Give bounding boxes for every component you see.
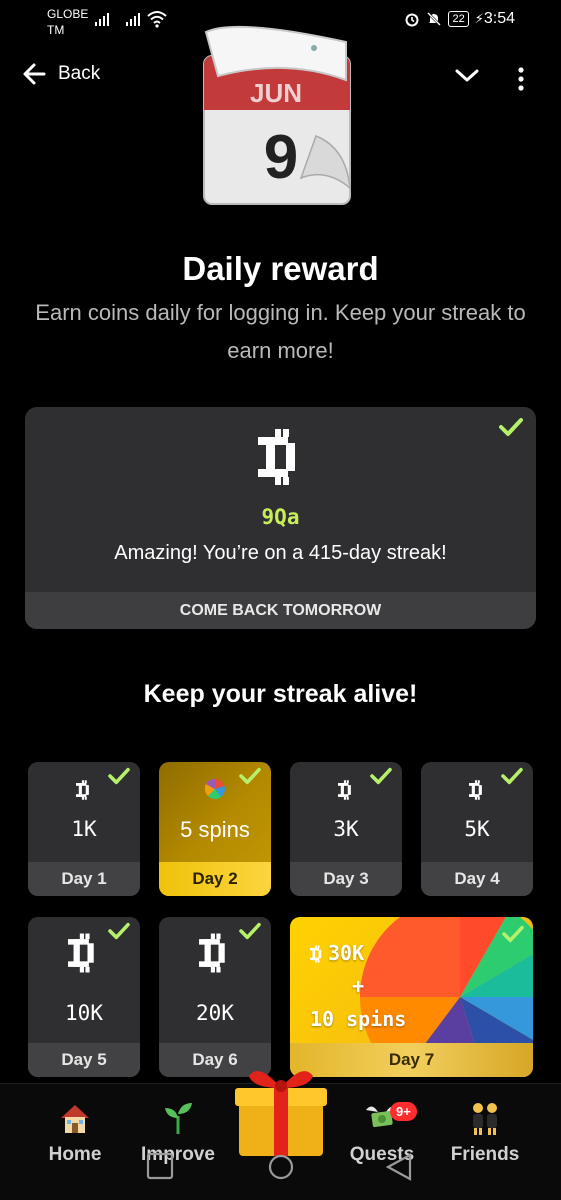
day-card-1[interactable]: 1K Day 1 xyxy=(28,762,140,896)
coin-icon xyxy=(68,933,94,973)
money-wings-icon xyxy=(332,1098,432,1138)
day-reward: 5 spins xyxy=(180,817,250,842)
day-card-2[interactable]: 5 spins Day 2 xyxy=(159,762,271,896)
day-card-4[interactable]: 5K Day 4 xyxy=(421,762,533,896)
check-icon xyxy=(108,922,130,940)
clock: 3:54 xyxy=(483,10,515,27)
back-label: Back xyxy=(58,63,101,84)
todays-reward-card: 9Qa Amazing! You’re on a 415-day streak!… xyxy=(25,407,536,629)
page-title: Daily reward xyxy=(182,250,379,287)
nav-quests[interactable]: 9+ Quests xyxy=(332,1098,432,1166)
friends-icon xyxy=(435,1098,535,1138)
day-label: Day 1 xyxy=(28,862,140,896)
nav-label: Friends xyxy=(450,1144,520,1165)
carrier-line2: TM xyxy=(47,23,65,37)
day-reward: 20K xyxy=(196,1001,234,1025)
day-label: Day 2 xyxy=(159,862,271,896)
streak-section-title: Keep your streak alive! xyxy=(143,680,418,708)
check-icon xyxy=(499,418,523,436)
top-app-bar: Back xyxy=(0,55,561,101)
mute-bell-icon xyxy=(427,12,442,26)
signal-icon xyxy=(126,12,140,26)
alarm-icon xyxy=(405,13,419,27)
check-icon xyxy=(501,767,523,785)
streak-message: Amazing! You’re on a 415-day streak! xyxy=(114,542,447,564)
notification-badge: 9+ xyxy=(390,1102,417,1121)
coin-icon xyxy=(338,780,351,800)
day-reward: 5K xyxy=(464,817,490,841)
nav-friends[interactable]: Friends xyxy=(435,1098,535,1166)
day7-coins: 30K xyxy=(328,941,365,965)
battery-icon: 22 xyxy=(448,11,469,27)
day-card-3[interactable]: 3K Day 3 xyxy=(290,762,402,896)
check-icon xyxy=(239,922,261,940)
status-right: 22 ⚡ 3:54 xyxy=(404,10,515,28)
seedling-icon xyxy=(128,1098,228,1138)
check-icon xyxy=(502,925,524,943)
day-label: Day 3 xyxy=(290,862,402,896)
day7-spins: 10 spins xyxy=(310,1007,407,1031)
coin-icon xyxy=(76,780,89,800)
gift-icon[interactable] xyxy=(231,1058,331,1158)
day-label: Day 4 xyxy=(421,862,533,896)
house-icon xyxy=(25,1098,125,1138)
charging-icon: ⚡ xyxy=(474,11,484,26)
arrow-left-icon xyxy=(23,63,46,85)
day-label: Day 5 xyxy=(28,1043,140,1077)
nav-label: Home xyxy=(48,1144,102,1165)
back-button[interactable]: Back xyxy=(22,63,100,85)
calendar-illustration: JUN 9 xyxy=(203,25,351,205)
nav-label: Quests xyxy=(349,1144,415,1165)
reward-amount: 9Qa xyxy=(261,505,300,529)
spin-wheel-icon xyxy=(205,779,225,799)
nav-label: Improve xyxy=(141,1144,215,1165)
check-icon xyxy=(108,767,130,785)
day-card-5[interactable]: 10K Day 5 xyxy=(28,917,140,1077)
wifi-icon xyxy=(147,11,167,28)
come-back-tomorrow-button[interactable]: COME BACK TOMORROW xyxy=(25,592,536,629)
page-subtitle: Earn coins daily for logging in. Keep yo… xyxy=(35,300,526,363)
day-card-6[interactable]: 20K Day 6 xyxy=(159,917,271,1077)
calendar-day: 9 xyxy=(264,123,298,192)
check-icon xyxy=(239,767,261,785)
carrier-line1: GLOBE xyxy=(47,7,89,21)
signal-icon xyxy=(95,12,109,26)
day-reward: 1K xyxy=(71,817,97,841)
more-vertical-icon[interactable] xyxy=(517,67,525,91)
coin-icon xyxy=(199,933,225,973)
day-reward: 3K xyxy=(333,817,359,841)
day-card-7[interactable]: 30K + 10 spins Day 7 xyxy=(290,917,533,1077)
nav-improve[interactable]: Improve xyxy=(128,1098,228,1166)
day7-plus: + xyxy=(352,974,365,998)
coin-icon xyxy=(469,780,482,800)
day7-reward: 30K + 10 spins xyxy=(310,937,406,1036)
carrier-label: GLOBE TM xyxy=(47,6,97,38)
nav-home[interactable]: Home xyxy=(25,1098,125,1166)
coin-icon xyxy=(310,944,322,963)
chevron-down-icon[interactable] xyxy=(455,69,479,83)
coin-icon xyxy=(258,429,295,485)
day-reward: 10K xyxy=(65,1001,103,1025)
check-icon xyxy=(370,767,392,785)
